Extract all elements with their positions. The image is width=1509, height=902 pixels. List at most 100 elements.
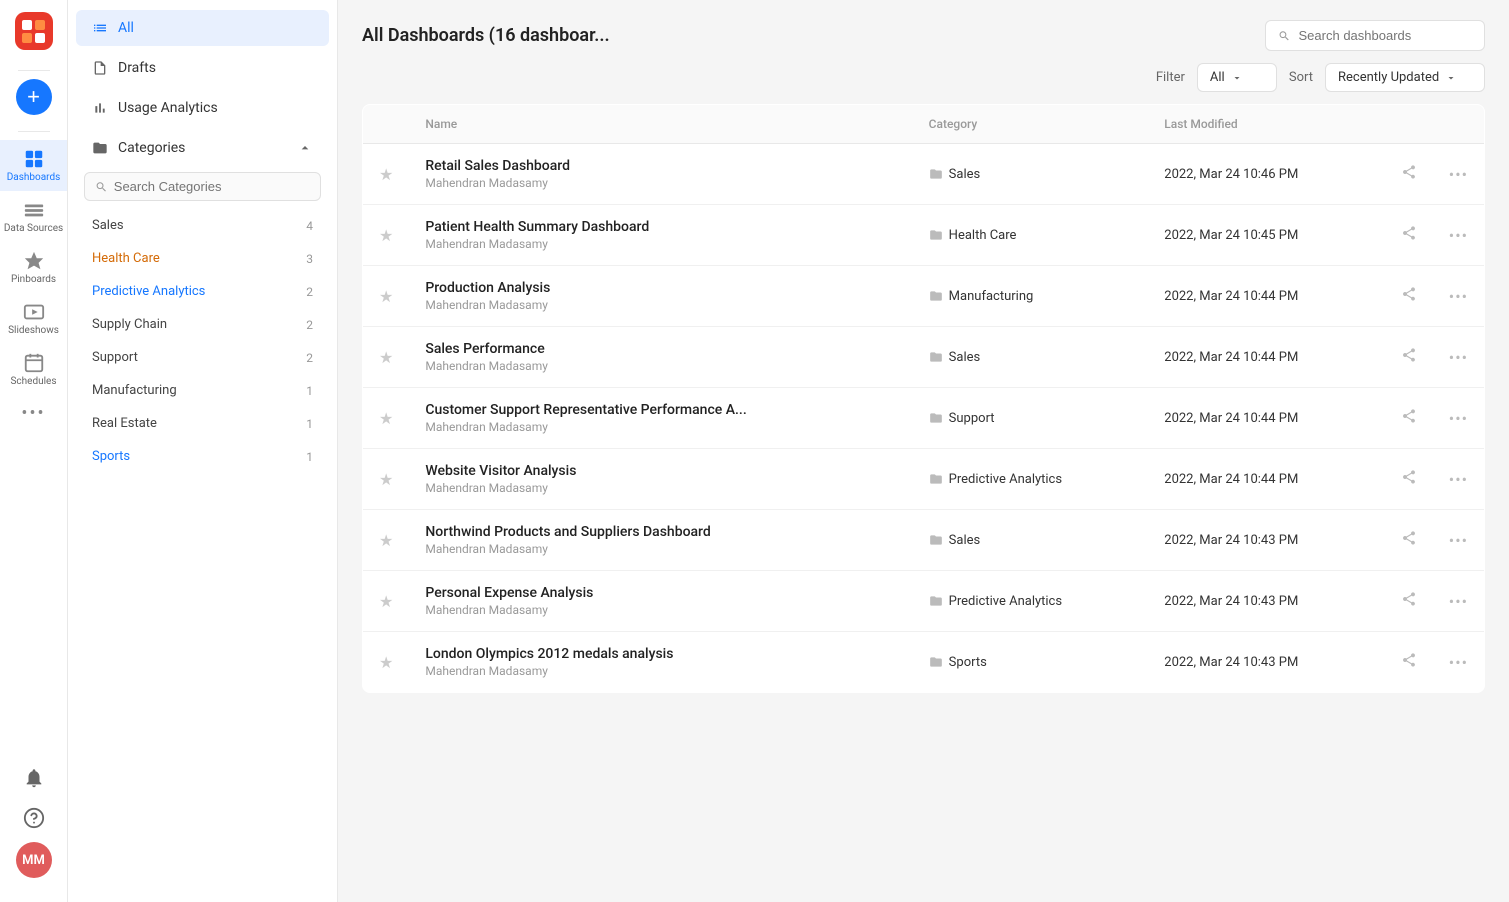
table-row: ★ Personal Expense Analysis Mahendran Ma… — [363, 571, 1485, 632]
more-options-icon[interactable]: ••• — [1449, 348, 1468, 367]
nav-pinboards[interactable]: Pinboards — [0, 242, 67, 293]
category-healthcare[interactable]: Health Care 3 — [76, 243, 329, 274]
more-options-icon[interactable]: ••• — [1449, 409, 1468, 428]
dashboard-name[interactable]: Patient Health Summary Dashboard — [425, 219, 896, 235]
category-supply-chain[interactable]: Supply Chain 2 — [76, 309, 329, 340]
star-icon[interactable]: ★ — [379, 653, 393, 672]
category-cell: Support — [913, 388, 1149, 449]
star-icon[interactable]: ★ — [379, 470, 393, 489]
sidebar-drafts[interactable]: Drafts — [76, 50, 329, 86]
dashboard-search-box[interactable] — [1265, 20, 1485, 51]
category-support-count: 2 — [306, 351, 313, 365]
category-supply-chain-count: 2 — [306, 318, 313, 332]
star-icon[interactable]: ★ — [379, 348, 393, 367]
category-predictive[interactable]: Predictive Analytics 2 — [76, 276, 329, 307]
category-real-estate-count: 1 — [306, 417, 313, 431]
more-cell: ••• — [1433, 205, 1485, 266]
main-header: All Dashboards (16 dashboar... — [338, 0, 1509, 63]
modified-cell: 2022, Mar 24 10:43 PM — [1148, 510, 1385, 571]
nav-schedules[interactable]: Schedules — [0, 344, 67, 395]
category-sales[interactable]: Sales 4 — [76, 210, 329, 241]
nav-dashboards-label: Dashboards — [7, 172, 61, 183]
dashboard-name[interactable]: Production Analysis — [425, 280, 896, 296]
share-icon[interactable] — [1401, 530, 1417, 550]
more-options-icon[interactable]: ••• — [1449, 287, 1468, 306]
star-icon[interactable]: ★ — [379, 531, 393, 550]
share-icon[interactable] — [1401, 347, 1417, 367]
category-real-estate[interactable]: Real Estate 1 — [76, 408, 329, 439]
help-icon[interactable] — [18, 802, 50, 834]
star-icon[interactable]: ★ — [379, 592, 393, 611]
dashboard-author: Mahendran Madasamy — [425, 542, 896, 556]
divider — [18, 70, 50, 71]
page-title: All Dashboards (16 dashboar... — [362, 25, 610, 46]
category-cell: Manufacturing — [913, 266, 1149, 327]
category-manufacturing[interactable]: Manufacturing 1 — [76, 375, 329, 406]
star-icon[interactable]: ★ — [379, 165, 393, 184]
star-cell: ★ — [363, 266, 410, 327]
name-cell: Production Analysis Mahendran Madasamy — [409, 266, 912, 327]
dashboard-name[interactable]: Retail Sales Dashboard — [425, 158, 896, 174]
more-cell: ••• — [1433, 327, 1485, 388]
more-options-icon[interactable]: ••• — [1449, 470, 1468, 489]
share-icon[interactable] — [1401, 225, 1417, 245]
avatar[interactable]: MM — [16, 842, 52, 878]
dashboard-name[interactable]: London Olympics 2012 medals analysis — [425, 646, 896, 662]
category-sports[interactable]: Sports 1 — [76, 441, 329, 472]
more-options-icon[interactable]: ••• — [1449, 165, 1468, 184]
name-cell: London Olympics 2012 medals analysis Mah… — [409, 632, 912, 693]
table-row: ★ Website Visitor Analysis Mahendran Mad… — [363, 449, 1485, 510]
nav-more[interactable]: ••• — [0, 395, 67, 432]
star-icon[interactable]: ★ — [379, 226, 393, 245]
nav-slideshows[interactable]: Slideshows — [0, 293, 67, 344]
filter-select[interactable]: All — [1197, 63, 1277, 92]
category-search-input[interactable] — [114, 179, 310, 194]
sidebar-all-label: All — [118, 20, 134, 36]
name-cell: Personal Expense Analysis Mahendran Mada… — [409, 571, 912, 632]
share-icon[interactable] — [1401, 164, 1417, 184]
more-options-icon[interactable]: ••• — [1449, 592, 1468, 611]
category-support[interactable]: Support 2 — [76, 342, 329, 373]
folder-icon — [929, 472, 943, 486]
sidebar-usage-analytics[interactable]: Usage Analytics — [76, 90, 329, 126]
sort-select[interactable]: Recently Updated — [1325, 63, 1485, 92]
sidebar-categories-header[interactable]: Categories — [76, 130, 329, 166]
sidebar: All Drafts Usage Analytics Categories Sa… — [68, 0, 338, 902]
more-options-icon[interactable]: ••• — [1449, 226, 1468, 245]
star-icon[interactable]: ★ — [379, 287, 393, 306]
dashboard-name[interactable]: Northwind Products and Suppliers Dashboa… — [425, 524, 896, 540]
share-cell — [1385, 510, 1433, 571]
dashboard-name[interactable]: Personal Expense Analysis — [425, 585, 896, 601]
dashboard-search-input[interactable] — [1299, 28, 1472, 43]
star-icon[interactable]: ★ — [379, 409, 393, 428]
share-icon[interactable] — [1401, 591, 1417, 611]
share-icon[interactable] — [1401, 469, 1417, 489]
notifications-icon[interactable] — [18, 762, 50, 794]
modified-cell: 2022, Mar 24 10:44 PM — [1148, 388, 1385, 449]
share-icon[interactable] — [1401, 408, 1417, 428]
modified-cell: 2022, Mar 24 10:43 PM — [1148, 571, 1385, 632]
nav-data-sources[interactable]: Data Sources — [0, 191, 67, 242]
dashboard-name[interactable]: Sales Performance — [425, 341, 896, 357]
name-cell: Retail Sales Dashboard Mahendran Madasam… — [409, 144, 912, 205]
col-more — [1433, 105, 1485, 144]
dashboard-name[interactable]: Customer Support Representative Performa… — [425, 402, 896, 418]
dashboard-name[interactable]: Website Visitor Analysis — [425, 463, 896, 479]
more-cell: ••• — [1433, 266, 1485, 327]
share-icon[interactable] — [1401, 652, 1417, 672]
sidebar-all[interactable]: All — [76, 10, 329, 46]
category-search-box[interactable] — [84, 172, 321, 201]
more-options-icon[interactable]: ••• — [1449, 653, 1468, 672]
star-cell: ★ — [363, 449, 410, 510]
more-options-icon[interactable]: ••• — [1449, 531, 1468, 550]
modified-cell: 2022, Mar 24 10:44 PM — [1148, 266, 1385, 327]
nav-dashboards[interactable]: Dashboards — [0, 140, 67, 191]
add-button[interactable]: + — [16, 79, 52, 115]
more-cell: ••• — [1433, 632, 1485, 693]
more-cell: ••• — [1433, 144, 1485, 205]
category-healthcare-count: 3 — [306, 252, 313, 266]
share-icon[interactable] — [1401, 286, 1417, 306]
category-predictive-count: 2 — [306, 285, 313, 299]
category-cell: Sports — [913, 632, 1149, 693]
category-manufacturing-name: Manufacturing — [92, 383, 177, 398]
